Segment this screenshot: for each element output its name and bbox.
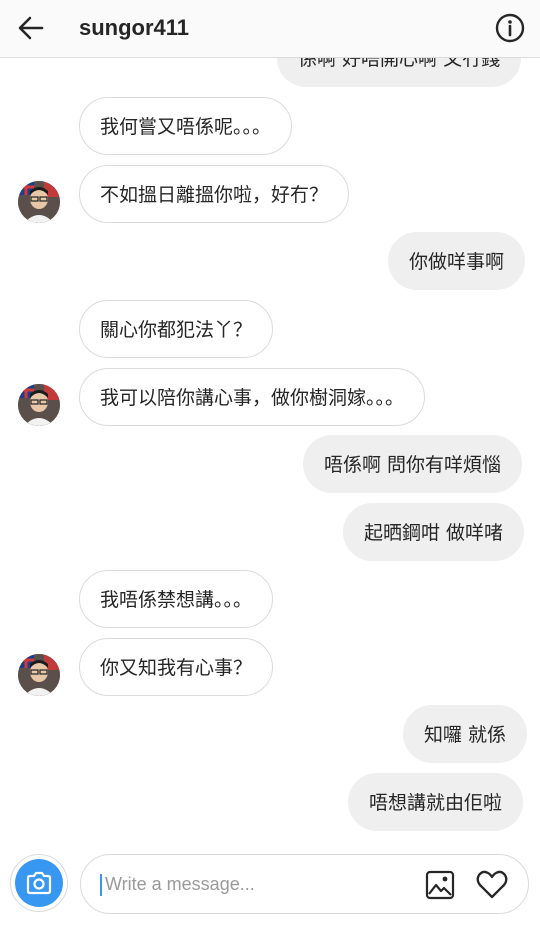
username-title[interactable]: sungor411 [79,12,189,44]
message-input-box[interactable] [80,854,529,914]
avatar-image [18,384,60,426]
heart-icon[interactable] [475,869,509,901]
camera-button[interactable] [10,854,68,912]
text-caret [100,874,102,896]
message-composer [0,840,540,925]
avatar-image [18,654,60,696]
avatar[interactable] [18,384,60,426]
image-icon[interactable] [424,869,456,901]
message-outgoing[interactable]: 唔想講就由佢啦 [348,773,524,831]
message-incoming[interactable]: 我唔係禁想講。。。 [79,570,274,628]
message-outgoing[interactable]: 唔係啊 問你有咩煩惱 [303,435,523,493]
avatar[interactable] [18,181,60,223]
avatar[interactable] [18,654,60,696]
arrow-left-icon[interactable] [14,12,48,44]
message-outgoing[interactable]: 你做咩事啊 [388,232,526,290]
chat-header: sungor411 [0,0,540,58]
message-incoming[interactable]: 關心你都犯法丫？ [79,300,274,358]
message-outgoing[interactable]: 知囉 就係 [403,705,528,763]
message-thread[interactable]: 係啊 好唔開心啊 又冇錢 我何嘗又唔係呢。。。 不如搵日離搵你啦，好冇？ 你做咩… [0,0,540,925]
camera-icon [15,859,63,907]
message-incoming[interactable]: 你又知我有心事？ [79,638,274,696]
info-icon[interactable] [494,12,526,44]
message-incoming[interactable]: 我可以陪你講心事，做你樹洞嫁。。。 [79,368,426,426]
message-outgoing[interactable]: 起晒鋼咁 做咩啫 [343,503,525,561]
message-input[interactable] [105,867,395,901]
message-incoming[interactable]: 我何嘗又唔係呢。。。 [79,97,293,155]
message-incoming[interactable]: 不如搵日離搵你啦，好冇？ [79,165,350,223]
avatar-image [18,181,60,223]
